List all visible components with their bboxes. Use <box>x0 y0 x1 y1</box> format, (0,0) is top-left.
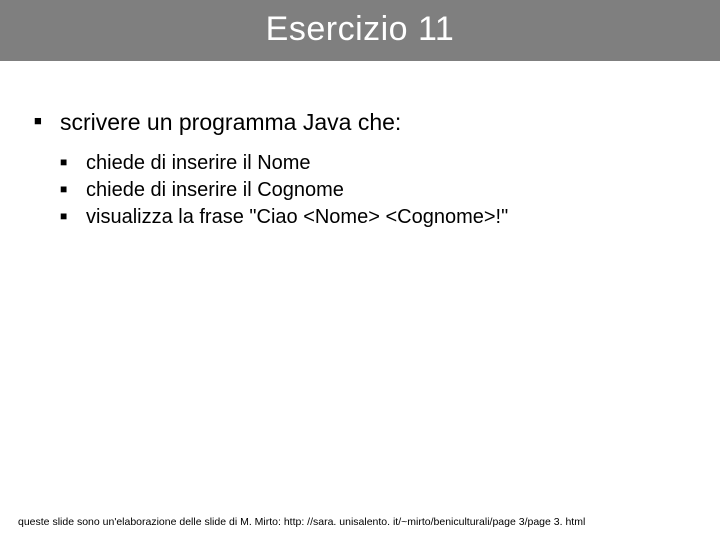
main-bullet-text: scrivere un programma Java che: <box>60 109 401 135</box>
list-item: chiede di inserire il Cognome <box>60 177 686 204</box>
list-item: scrivere un programma Java che: chiede d… <box>34 109 686 231</box>
slide-content: scrivere un programma Java che: chiede d… <box>0 61 720 540</box>
slide-title: Esercizio 11 <box>0 10 720 49</box>
sub-bullet-text: visualizza la frase "Ciao <Nome> <Cognom… <box>86 206 508 228</box>
bullet-list-level1: scrivere un programma Java che: chiede d… <box>34 109 686 231</box>
slide-footer: queste slide sono un'elaborazione delle … <box>18 516 702 528</box>
title-bar: Esercizio 11 <box>0 0 720 61</box>
slide: Esercizio 11 scrivere un programma Java … <box>0 0 720 540</box>
sub-bullet-text: chiede di inserire il Cognome <box>86 179 344 201</box>
list-item: visualizza la frase "Ciao <Nome> <Cognom… <box>60 204 686 231</box>
sub-bullet-text: chiede di inserire il Nome <box>86 152 311 174</box>
bullet-list-level2: chiede di inserire il Nome chiede di ins… <box>60 150 686 231</box>
list-item: chiede di inserire il Nome <box>60 150 686 177</box>
